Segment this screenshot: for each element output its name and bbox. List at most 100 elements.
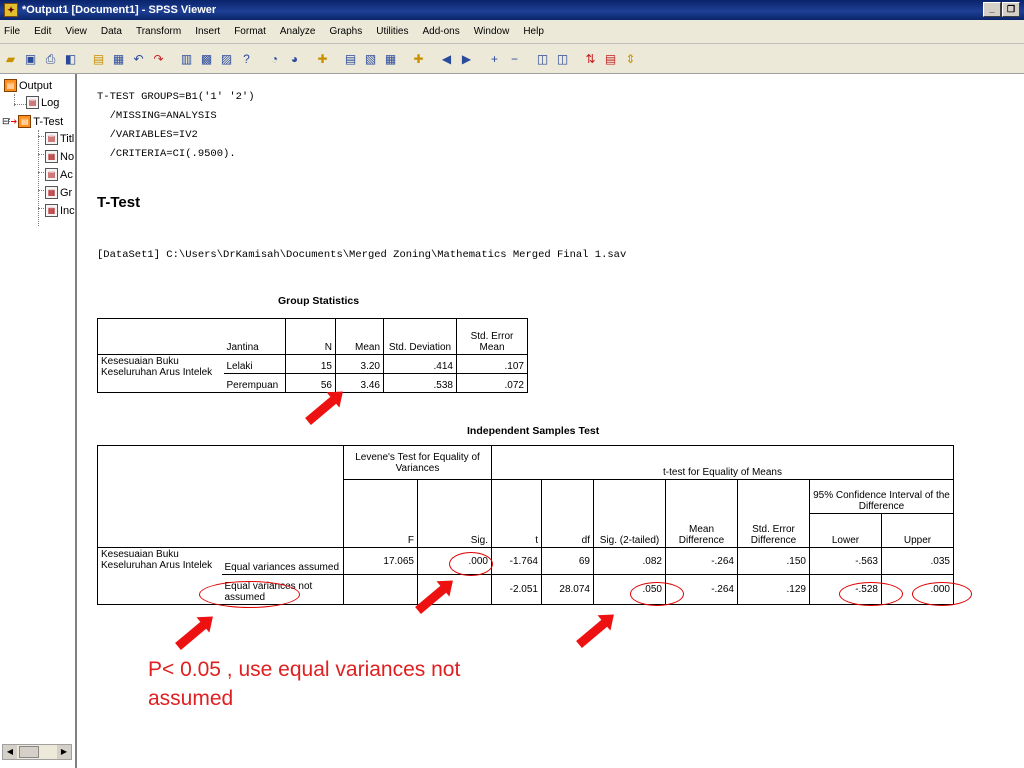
arrow-sig2-icon [576, 617, 610, 648]
sed-assumed: .150 [737, 547, 810, 575]
scroll-thumb[interactable] [19, 746, 39, 758]
scroll-left-icon[interactable]: ◀ [3, 745, 17, 759]
menu-transform[interactable]: Transform [136, 26, 181, 37]
window-titlebar: ✦ *Output1 [Document1] - SPSS Viewer _ ❐ [0, 0, 1024, 20]
arrow-label-icon [175, 619, 209, 650]
variables-icon[interactable]: ▨ [218, 51, 235, 67]
tree-output[interactable]: ▤ Output [4, 79, 52, 92]
ind-test-title: Independent Samples Test [467, 425, 600, 437]
output-content-pane[interactable]: T-TEST GROUPS=B1('1' '2') /MISSING=ANALY… [79, 74, 1024, 768]
help-topics-icon[interactable]: ? [238, 51, 255, 67]
f-value: 17.065 [343, 547, 418, 575]
restore-button[interactable]: ❐ [1002, 2, 1020, 17]
col-mean-diff: Mean Difference [665, 479, 738, 548]
promote-icon[interactable]: ◀ [438, 51, 455, 67]
pivot-bookmark-icon[interactable]: ⇕ [622, 51, 639, 67]
syntax-block: T-TEST GROUPS=B1('1' '2') /MISSING=ANALY… [97, 91, 255, 160]
hide-icon[interactable]: ◫ [554, 51, 571, 67]
tree-ttest[interactable]: ⊟ ➔ ▤ T-Test [2, 115, 63, 128]
print-icon[interactable]: ⎙ [42, 51, 59, 67]
outline-horizontal-scrollbar[interactable]: ◀ ▶ [2, 744, 72, 760]
expand-icon[interactable]: + [486, 51, 503, 67]
menu-analyze[interactable]: Analyze [280, 26, 316, 37]
select-last-output-icon[interactable]: ✚ [410, 51, 427, 67]
save-icon[interactable]: ▣ [22, 51, 39, 67]
undo-icon[interactable]: ↶ [130, 51, 147, 67]
upper-assumed: .035 [881, 547, 954, 575]
pivot-icon[interactable]: ⇅ [582, 51, 599, 67]
gs-header-n: N [285, 318, 336, 355]
tree-item-independent-test[interactable]: ▦ Inc [45, 204, 75, 217]
goto-case-icon[interactable]: ▩ [198, 51, 215, 67]
tree-item-group-stats[interactable]: ▦ Gr [45, 186, 72, 199]
outline-pane[interactable]: ▤ Output ▤ Log ⊟ ➔ ▤ T-Test ▤ Titl ▦ No … [0, 74, 77, 768]
print-preview-icon[interactable]: ◧ [62, 51, 79, 67]
collapse-toggle-icon[interactable]: ⊟ [2, 116, 10, 127]
menu-window[interactable]: Window [474, 26, 510, 37]
annotation-note: P< 0.05 , use equal variances not assume… [148, 658, 461, 710]
t-assumed: -1.764 [491, 547, 542, 575]
export-icon[interactable]: ▤ [90, 51, 107, 67]
highlight-not-assumed-label [199, 581, 300, 608]
dataset-path: [DataSet1] C:\Users\DrKamisah\Documents\… [97, 249, 627, 261]
tree-log[interactable]: ▤ Log [26, 96, 59, 109]
demote-icon[interactable]: ▶ [458, 51, 475, 67]
gs-group-perempuan: Perempuan [223, 373, 286, 393]
open-icon[interactable]: ▰ [2, 51, 19, 67]
show-icon[interactable]: ◫ [534, 51, 551, 67]
gs-group-lelaki: Lelaki [223, 354, 286, 374]
insert-title-icon[interactable]: ▧ [362, 51, 379, 67]
toolbar: ▰ ▣ ⎙ ◧ ▤ ▦ ↶ ↷ ▥ ▩ ▨ ? ◔ ◕ ✚ ▤ ▧ ▦ ✚ ◀ … [0, 44, 1024, 74]
gs-header-sd: Std. Deviation [383, 318, 457, 355]
gs-mean-perempuan: 3.46 [335, 373, 384, 393]
menu-insert[interactable]: Insert [195, 26, 220, 37]
goto-data-icon[interactable]: ▥ [178, 51, 195, 67]
col-t: t [491, 479, 542, 548]
tree-item-notes[interactable]: ▦ No [45, 150, 74, 163]
highlight-levene-sig [449, 552, 493, 576]
col-sig2: Sig. (2-tailed) [593, 479, 666, 548]
insert-heading-icon[interactable]: ▤ [342, 51, 359, 67]
title-icon: ▤ [45, 132, 58, 145]
menu-graphs[interactable]: Graphs [329, 26, 362, 37]
table-icon: ▦ [45, 204, 58, 217]
menu-file[interactable]: File [4, 26, 20, 37]
menu-view[interactable]: View [65, 26, 87, 37]
menu-format[interactable]: Format [234, 26, 266, 37]
show-all-icon[interactable]: ◕ [286, 51, 303, 67]
levene-header: Levene's Test for Equality of Variances [343, 445, 492, 480]
use-sets-icon[interactable]: ◔ [266, 51, 283, 67]
pivot-trays-icon[interactable]: ▤ [602, 51, 619, 67]
scroll-right-icon[interactable]: ▶ [57, 745, 71, 759]
df-not-assumed: 28.074 [541, 574, 594, 605]
output-folder-icon: ▤ [4, 79, 17, 92]
df-assumed: 69 [541, 547, 594, 575]
collapse-icon[interactable]: − [506, 51, 523, 67]
section-heading: T-Test [97, 194, 141, 211]
menu-help[interactable]: Help [523, 26, 544, 37]
log-icon: ▤ [26, 96, 39, 109]
redo-icon[interactable]: ↷ [150, 51, 167, 67]
tree-item-title[interactable]: ▤ Titl [45, 132, 74, 145]
sed-not-assumed: .129 [737, 574, 810, 605]
col-upper: Upper [881, 513, 954, 548]
menu-bar: File Edit View Data Transform Insert For… [0, 20, 1024, 44]
minimize-button[interactable]: _ [983, 2, 1001, 17]
table-icon: ▦ [45, 186, 58, 199]
row-equal-assumed-label: Equal variances assumed [221, 547, 344, 575]
insert-text-icon[interactable]: ▦ [382, 51, 399, 67]
menu-data[interactable]: Data [101, 26, 122, 37]
group-stats-title: Group Statistics [278, 295, 360, 307]
menu-addons[interactable]: Add-ons [422, 26, 459, 37]
spss-app-icon: ✦ [4, 3, 18, 17]
dialog-recall-icon[interactable]: ▦ [110, 51, 127, 67]
arrow-marker-icon: ➔ [10, 117, 18, 126]
ci-header: 95% Confidence Interval of the Differenc… [809, 479, 954, 514]
highlight-lower [839, 582, 903, 606]
tree-item-active-dataset[interactable]: ▤ Ac [45, 168, 73, 181]
menu-edit[interactable]: Edit [34, 26, 51, 37]
sig2-assumed: .082 [593, 547, 666, 575]
designate-window-icon[interactable]: ✚ [314, 51, 331, 67]
gs-variable-label: Kesesuaian Buku Keseluruhan Arus Intelek [97, 354, 224, 393]
menu-utilities[interactable]: Utilities [376, 26, 408, 37]
